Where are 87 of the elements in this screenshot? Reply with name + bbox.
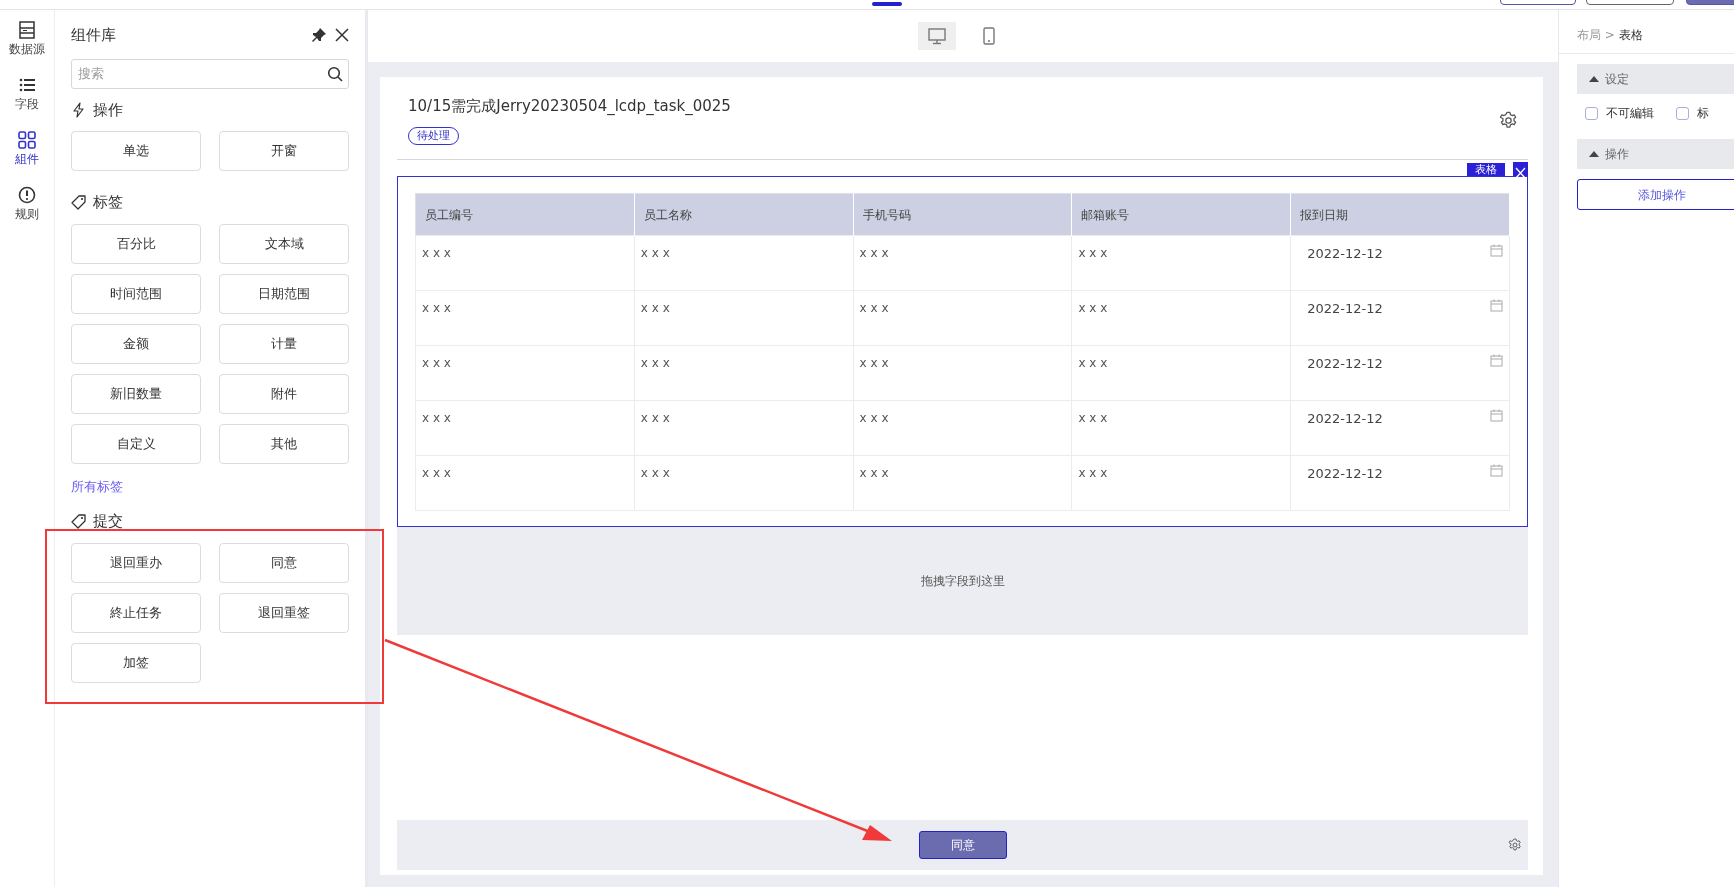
section-header[interactable]: 操作 <box>1577 139 1734 169</box>
active-indicator <box>872 2 902 6</box>
table-cell: x x x <box>1078 246 1108 260</box>
date-value: 2022-12-12 <box>1307 465 1383 483</box>
search-field[interactable]: 搜索 <box>71 58 349 89</box>
section-title: 提交 <box>93 511 123 532</box>
component-button[interactable]: 单选 <box>71 131 201 171</box>
component-button[interactable]: 退回重办 <box>71 542 201 583</box>
calendar-icon[interactable] <box>1490 299 1503 312</box>
component-button[interactable]: 退回重签 <box>219 592 349 633</box>
date-value: 2022-12-12 <box>1307 410 1383 428</box>
checkbox-option[interactable]: 标 <box>1676 104 1709 122</box>
section-header[interactable]: 设定 <box>1577 64 1734 94</box>
form-title: 10/15需完成Jerry20230504_lcdp_task_0025 <box>408 96 731 117</box>
column-header: 员工名称 <box>634 193 854 236</box>
calendar-icon[interactable] <box>1490 409 1503 422</box>
close-icon[interactable] <box>1513 162 1528 176</box>
component-button[interactable]: 其他 <box>219 423 349 464</box>
table-cell: x x x <box>1078 411 1108 425</box>
column-header: 邮箱账号 <box>1071 193 1291 236</box>
table-cell: x x x <box>640 466 670 480</box>
column-header: 报到日期 <box>1290 193 1510 236</box>
component-button[interactable]: 自定义 <box>71 423 201 464</box>
breadcrumb-separator: > <box>1604 28 1615 42</box>
table-cell: x x x <box>422 301 451 315</box>
calendar-icon[interactable] <box>1490 354 1503 367</box>
table-cell: x x x <box>859 246 889 260</box>
table-cell: x x x <box>422 466 451 480</box>
settings-icon[interactable] <box>1508 838 1522 852</box>
date-value: 2022-12-12 <box>1307 300 1383 318</box>
table-cell: x x x <box>640 356 670 370</box>
tag-icon <box>71 194 87 211</box>
breadcrumb-current: 表格 <box>1618 28 1643 42</box>
table-cell: x x x <box>640 246 670 260</box>
column-header: 手机号码 <box>853 193 1072 236</box>
settings-icon[interactable] <box>1499 110 1518 130</box>
date-value: 2022-12-12 <box>1307 245 1383 263</box>
table-cell: x x x <box>859 356 889 370</box>
table-cell: x x x <box>859 411 889 425</box>
component-button[interactable]: 金额 <box>71 323 201 364</box>
panel-title: 组件库 <box>71 25 116 46</box>
database-icon <box>17 20 37 40</box>
calendar-icon[interactable] <box>1490 464 1503 477</box>
component-button[interactable]: 同意 <box>219 542 349 583</box>
section-title: 标签 <box>93 192 123 213</box>
table-cell: x x x <box>859 466 889 480</box>
component-button[interactable]: 附件 <box>219 373 349 414</box>
component-button[interactable]: 计量 <box>219 323 349 364</box>
sidebar-item[interactable]: 組件 <box>0 130 54 185</box>
tag-icon <box>71 513 87 530</box>
component-tag: 表格 <box>1467 163 1505 176</box>
component-button[interactable]: 时间范围 <box>71 273 201 314</box>
calendar-icon[interactable] <box>1490 244 1503 257</box>
table-cell: x x x <box>640 301 670 315</box>
monitor-icon[interactable] <box>927 26 947 46</box>
table-cell: x x x <box>422 356 451 370</box>
table-cell: x x x <box>1078 356 1108 370</box>
device-tab[interactable] <box>918 22 956 50</box>
table-cell: x x x <box>1078 301 1108 315</box>
close-icon[interactable] <box>335 28 349 43</box>
component-button[interactable]: 日期范围 <box>219 273 349 314</box>
section-title: 操作 <box>93 99 123 121</box>
table-cell: x x x <box>422 411 451 425</box>
search-icon[interactable] <box>327 65 343 82</box>
date-value: 2022-12-12 <box>1307 355 1383 373</box>
component-button[interactable]: 新旧数量 <box>71 373 201 414</box>
component-button[interactable]: 文本域 <box>219 223 349 264</box>
component-button[interactable]: 开窗 <box>219 131 349 171</box>
table-cell: x x x <box>859 301 889 315</box>
component-button[interactable]: 百分比 <box>71 223 201 264</box>
all-tags-link[interactable]: 所有标签 <box>71 476 123 496</box>
sidebar-item[interactable]: 规则 <box>0 185 54 240</box>
submit-button[interactable]: 同意 <box>918 831 1007 859</box>
component-button[interactable]: 終止任务 <box>71 592 201 633</box>
pin-icon[interactable] <box>311 27 327 44</box>
table-cell: x x x <box>422 246 451 260</box>
table-cell: x x x <box>640 411 670 425</box>
add-action-button[interactable]: 添加操作 <box>1577 179 1734 210</box>
dropzone-hint: 拖拽字段到这里 <box>920 573 1005 590</box>
grid-icon <box>17 130 37 150</box>
table-cell: x x x <box>1078 466 1108 480</box>
sidebar-item[interactable]: 字段 <box>0 75 54 130</box>
component-button[interactable]: 加签 <box>71 642 201 683</box>
alert-icon <box>17 185 37 205</box>
checkbox-option[interactable]: 不可編辑 <box>1585 104 1654 122</box>
column-header: 员工编号 <box>415 193 635 236</box>
sidebar-item[interactable]: 数据源 <box>0 20 54 75</box>
